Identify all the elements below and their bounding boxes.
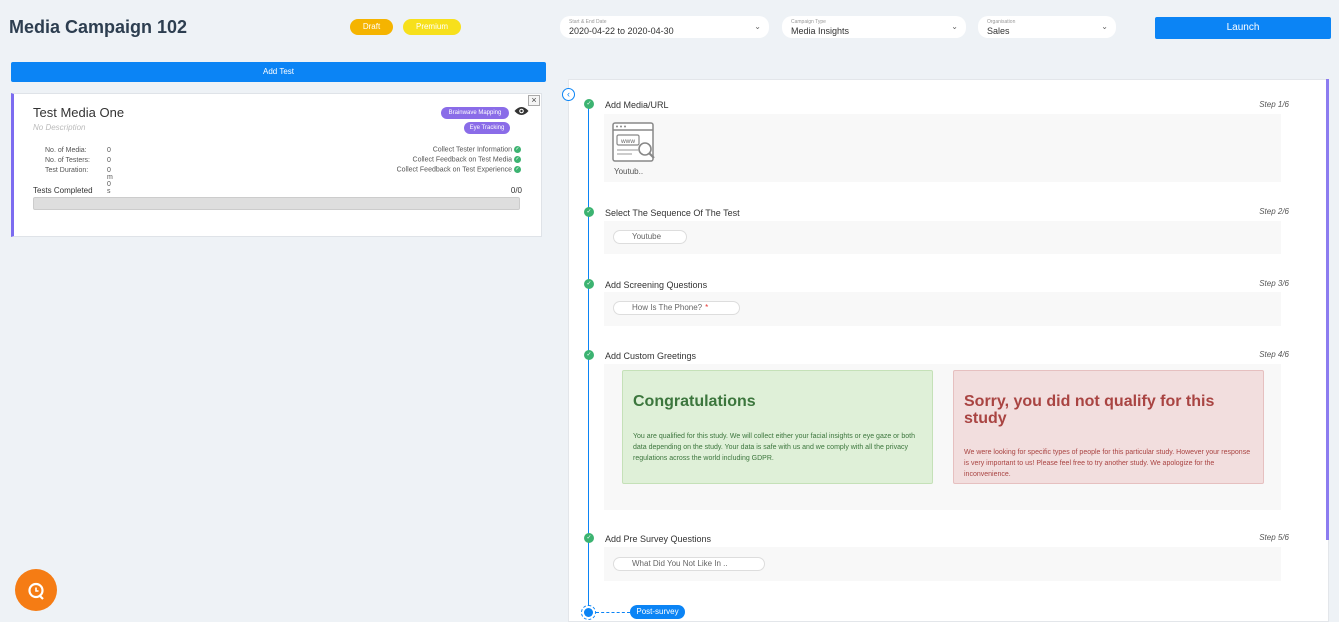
check-circle-icon: ✓ [584, 533, 594, 543]
question-text: How Is The Phone? [632, 303, 703, 312]
step-number: Step 5/6 [1259, 533, 1289, 542]
post-survey-connector [596, 612, 630, 613]
stat-value: 0 [107, 157, 111, 164]
brainwave-mapping-tag: Brainwave Mapping [441, 107, 509, 119]
step-number: Step 3/6 [1259, 279, 1289, 288]
success-greeting-card[interactable]: Congratulations You are qualified for th… [622, 370, 933, 484]
test-description: No Description [33, 123, 86, 132]
test-card[interactable]: × Test Media One No Description Brainwav… [11, 93, 542, 237]
check-circle-icon: ✓ [514, 146, 521, 153]
date-range-select[interactable]: Start & End Date 2020-04-22 to 2020-04-3… [560, 16, 769, 38]
close-icon[interactable]: × [528, 95, 540, 106]
post-survey-node-inner [584, 608, 593, 617]
eye-icon[interactable] [514, 106, 529, 119]
chevron-down-icon: ⌄ [1101, 22, 1108, 31]
stat-media-count: No. of Media: 0 [45, 147, 111, 154]
www-icon: www [612, 122, 655, 162]
feature-label: Collect Tester Information [432, 146, 512, 154]
post-survey-tag[interactable]: Post-survey [630, 605, 685, 619]
check-circle-icon: ✓ [514, 166, 521, 173]
feature-collect-tester-info: Collect Tester Information ✓ [433, 146, 521, 153]
required-mark: * [705, 303, 709, 312]
step-title: Add Custom Greetings [605, 351, 697, 361]
organisation-label: Organisation [987, 19, 1016, 25]
stat-value: 0 [107, 147, 111, 154]
chevron-left-icon[interactable]: ‹ [562, 88, 575, 101]
media-box [604, 114, 1281, 182]
tests-progress-bar [33, 197, 520, 210]
check-circle-icon: ✓ [514, 156, 521, 163]
panel-scrollbar[interactable] [1326, 79, 1329, 540]
step-number: Step 1/6 [1259, 100, 1289, 109]
step-title: Add Screening Questions [605, 280, 708, 290]
feature-feedback-experience: Collect Feedback on Test Experience ✓ [397, 166, 521, 173]
post-survey-node[interactable] [581, 605, 596, 620]
stat-test-duration: Test Duration: 0 m 0 s [45, 167, 113, 195]
step-title: Add Pre Survey Questions [605, 534, 712, 544]
feature-feedback-media: Collect Feedback on Test Media ✓ [413, 156, 521, 163]
stat-value: 0 m 0 s [107, 167, 113, 195]
campaign-type-select[interactable]: Campaign Type Media Insights ⌄ [782, 16, 966, 38]
chat-button[interactable] [15, 569, 57, 611]
feature-label: Collect Feedback on Test Media [412, 156, 512, 164]
svg-text:www: www [620, 138, 635, 145]
organisation-select[interactable]: Organisation Sales ⌄ [978, 16, 1116, 38]
eye-tracking-tag: Eye Tracking [464, 122, 510, 134]
check-circle-icon: ✓ [584, 207, 594, 217]
date-range-value: 2020-04-22 to 2020-04-30 [569, 26, 674, 36]
organisation-value: Sales [987, 26, 1010, 36]
sequence-chip[interactable]: Youtube [613, 230, 687, 244]
check-circle-icon: ✓ [584, 99, 594, 109]
success-heading: Congratulations [633, 393, 756, 410]
status-badge-draft: Draft [350, 19, 393, 35]
stat-testers-count: No. of Testers: 0 [45, 157, 111, 164]
media-item[interactable]: www [612, 122, 656, 166]
tests-completed-count: 0/0 [510, 186, 522, 195]
stat-label: Test Duration: [45, 167, 89, 174]
check-circle-icon: ✓ [584, 279, 594, 289]
chevron-down-icon: ⌄ [754, 22, 761, 31]
step-number: Step 4/6 [1259, 350, 1289, 359]
add-test-button[interactable]: Add Test [11, 62, 546, 82]
step-title: Add Media/URL [605, 100, 669, 110]
test-name: Test Media One [33, 105, 125, 120]
failure-body: We were looking for specific types of pe… [964, 449, 1251, 478]
screening-question-chip[interactable]: How Is The Phone? * [613, 301, 740, 315]
status-badge-premium: Premium [403, 19, 461, 35]
tests-completed-label: Tests Completed [33, 186, 93, 195]
failure-greeting-card[interactable]: Sorry, you did not qualify for this stud… [953, 370, 1264, 484]
step-number: Step 2/6 [1259, 207, 1289, 216]
stat-label: No. of Testers: [45, 157, 91, 164]
sequence-box [604, 221, 1281, 254]
pre-survey-question-chip[interactable]: What Did You Not Like In .. [613, 557, 765, 571]
success-body: You are qualified for this study. We wil… [633, 433, 915, 462]
stat-label: No. of Media: [45, 147, 87, 154]
date-range-label: Start & End Date [569, 19, 607, 25]
chevron-down-icon: ⌄ [951, 22, 958, 31]
campaign-type-label: Campaign Type [791, 19, 826, 25]
failure-heading: Sorry, you did not qualify for this stud… [964, 393, 1215, 427]
check-circle-icon: ✓ [584, 350, 594, 360]
chat-icon [26, 580, 46, 601]
media-label: Youtub.. [614, 167, 644, 176]
campaign-type-value: Media Insights [791, 26, 850, 36]
step-title: Select The Sequence Of The Test [605, 208, 740, 218]
launch-button[interactable]: Launch [1155, 17, 1331, 39]
feature-label: Collect Feedback on Test Experience [396, 166, 512, 174]
page-title: Media Campaign 102 [9, 17, 188, 37]
